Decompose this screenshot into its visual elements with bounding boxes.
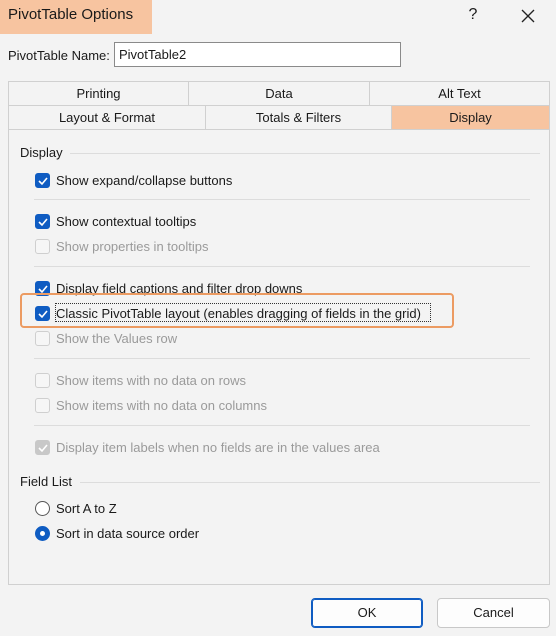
tab-display[interactable]: Display (391, 105, 550, 129)
checkbox-unchecked-icon (35, 372, 50, 388)
cancel-button[interactable]: Cancel (437, 598, 550, 628)
checkbox-unchecked-icon (35, 330, 50, 346)
help-button[interactable]: ? (455, 4, 491, 28)
tab-totals-filters[interactable]: Totals & Filters (205, 105, 392, 129)
display-group-divider (70, 153, 540, 154)
option-label: Show properties in tooltips (56, 238, 209, 254)
radio-unselected-icon (35, 500, 50, 516)
checkbox-unchecked-icon (35, 238, 50, 254)
option-show-properties-in-tooltips[interactable]: Show properties in tooltips (35, 237, 208, 255)
tab-row-bottom: Layout & Format Totals & Filters Display (8, 105, 550, 129)
tab-data[interactable]: Data (188, 81, 370, 105)
separator (34, 266, 530, 267)
option-label: Show expand/collapse buttons (56, 172, 233, 188)
tab-printing[interactable]: Printing (8, 81, 189, 105)
option-label: Show items with no data on columns (56, 397, 267, 413)
option-show-expand-collapse[interactable]: Show expand/collapse buttons (35, 171, 232, 189)
title-bar: PivotTable Options ? (0, 0, 556, 34)
option-show-values-row[interactable]: Show the Values row (35, 329, 177, 347)
separator (34, 425, 530, 426)
display-group-title: Display (20, 145, 63, 160)
close-icon (521, 9, 535, 23)
option-show-items-no-data-columns[interactable]: Show items with no data on columns (35, 396, 267, 414)
radio-selected-icon (35, 525, 50, 541)
tab-alt-text[interactable]: Alt Text (369, 81, 550, 105)
option-label: Display item labels when no fields are i… (56, 439, 380, 455)
separator (34, 199, 530, 200)
option-label: Sort in data source order (56, 525, 200, 541)
pivottable-name-label: PivotTable Name: (8, 48, 110, 63)
option-label: Show the Values row (56, 330, 178, 346)
checkbox-checked-icon (35, 305, 50, 321)
option-label: Classic PivotTable layout (enables dragg… (56, 305, 421, 321)
ok-button[interactable]: OK (311, 598, 423, 628)
checkbox-checked-icon (35, 439, 50, 455)
checkbox-unchecked-icon (35, 397, 50, 413)
field-list-group-divider (80, 482, 540, 483)
field-list-group-title: Field List (20, 474, 73, 489)
checkbox-checked-icon (35, 213, 50, 229)
radio-sort-a-to-z[interactable]: Sort A to Z (35, 499, 117, 517)
option-show-items-no-data-rows[interactable]: Show items with no data on rows (35, 371, 246, 389)
option-label: Show contextual tooltips (56, 213, 197, 229)
radio-sort-data-source-order[interactable]: Sort in data source order (35, 524, 199, 542)
option-label: Sort A to Z (56, 500, 117, 516)
window-title: PivotTable Options (0, 0, 152, 34)
option-display-item-labels[interactable]: Display item labels when no fields are i… (35, 438, 380, 456)
close-button[interactable] (510, 4, 546, 28)
option-classic-pivottable-layout[interactable]: Classic PivotTable layout (enables dragg… (35, 304, 421, 322)
tab-layout-format[interactable]: Layout & Format (8, 105, 206, 129)
tab-row-top: Printing Data Alt Text (8, 81, 550, 105)
option-show-contextual-tooltips[interactable]: Show contextual tooltips (35, 212, 196, 230)
separator (34, 358, 530, 359)
pivottable-name-input[interactable] (114, 42, 401, 67)
checkbox-checked-icon (35, 172, 50, 188)
option-label: Show items with no data on rows (56, 372, 247, 388)
